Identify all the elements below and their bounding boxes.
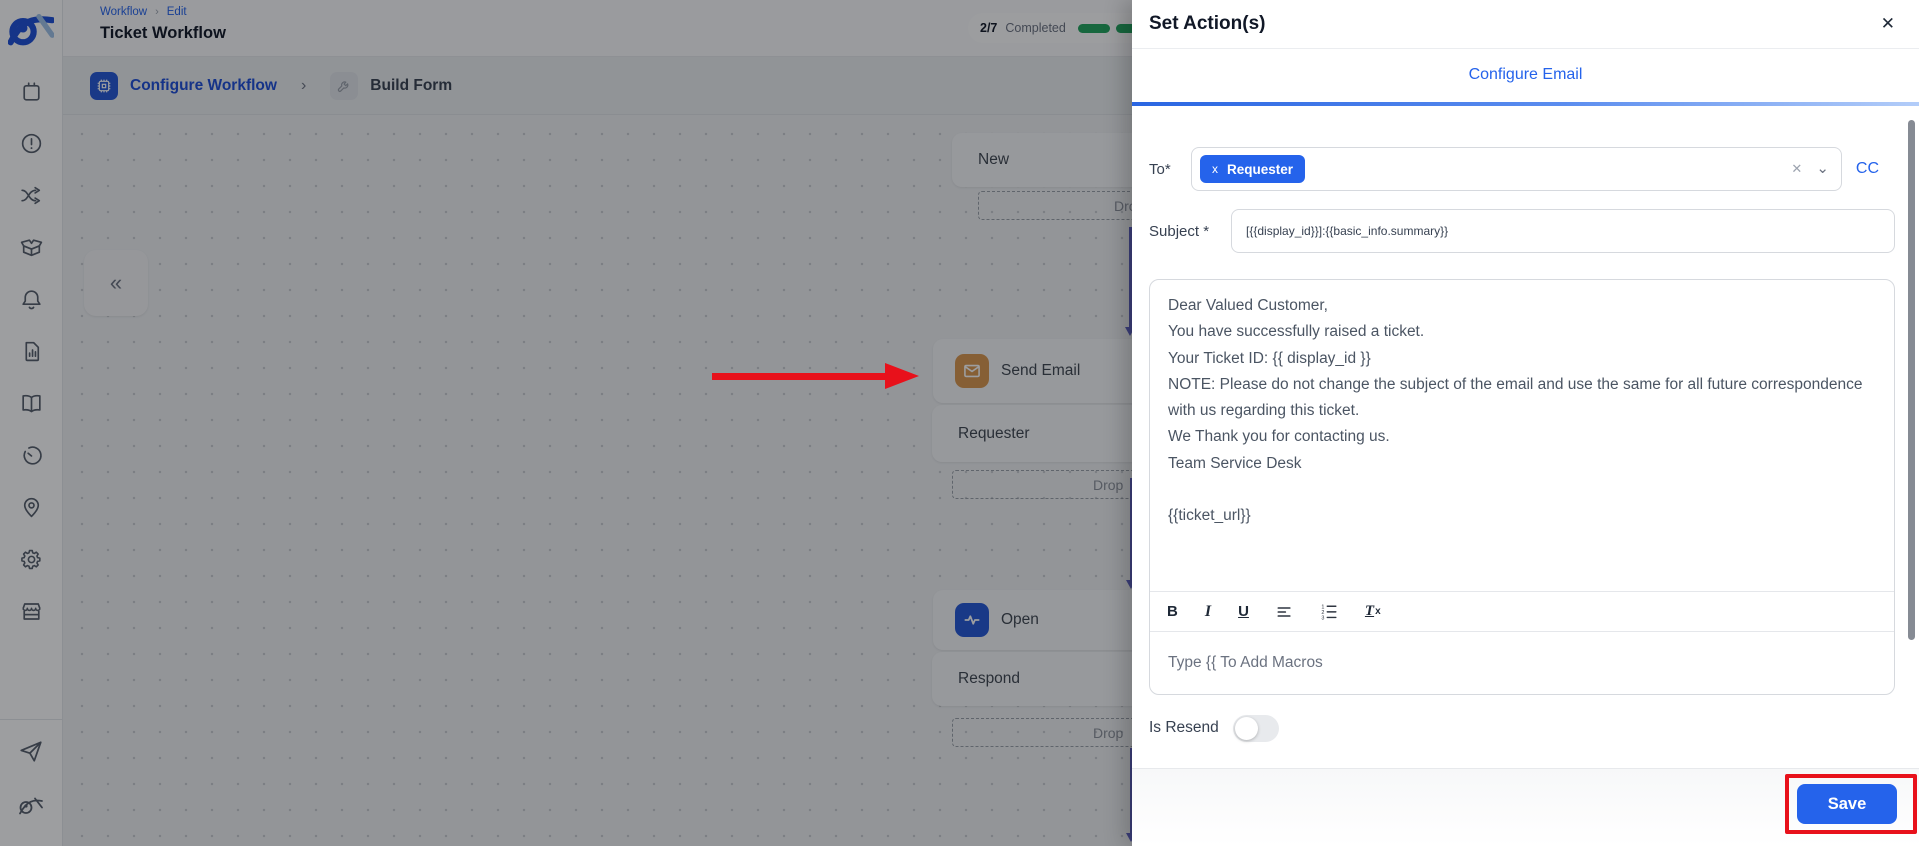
clear-formatting-t: T bbox=[1364, 603, 1375, 619]
body-line bbox=[1168, 477, 1876, 503]
subject-field-row: Subject * bbox=[1149, 209, 1895, 253]
ordered-list-icon[interactable]: 1 2 3 bbox=[1320, 603, 1338, 620]
toggle-knob bbox=[1234, 716, 1258, 740]
align-left-icon[interactable] bbox=[1276, 604, 1293, 620]
is-resend-label: Is Resend bbox=[1149, 719, 1219, 736]
body-line: Your Ticket ID: {{ display_id }} bbox=[1168, 349, 1371, 367]
chip-remove-icon[interactable]: x bbox=[1212, 162, 1218, 176]
save-button[interactable]: Save bbox=[1797, 784, 1897, 824]
email-body-text[interactable]: Dear Valued Customer, You have successfu… bbox=[1150, 280, 1894, 591]
is-resend-row: Is Resend bbox=[1149, 712, 1279, 744]
panel-tabbar: Configure Email bbox=[1132, 49, 1919, 106]
screen: Workflow › Edit Ticket Workflow 2/7 Comp… bbox=[0, 0, 1919, 846]
modal-dim-overlay bbox=[0, 0, 1132, 846]
clear-formatting-button[interactable]: Tx bbox=[1365, 603, 1381, 620]
to-select[interactable]: x Requester ✕ ⌄ bbox=[1191, 147, 1842, 191]
annotation-arrow-shaft bbox=[712, 373, 888, 380]
body-line: Dear Valued Customer, bbox=[1168, 297, 1328, 314]
cc-link[interactable]: CC bbox=[1856, 160, 1879, 178]
close-icon[interactable]: ✕ bbox=[1881, 14, 1895, 34]
panel-title: Set Action(s) bbox=[1149, 13, 1266, 34]
subject-label: Subject * bbox=[1149, 222, 1210, 240]
tab-configure-email[interactable]: Configure Email bbox=[1132, 66, 1919, 84]
recipient-chip[interactable]: x Requester bbox=[1200, 155, 1306, 183]
set-actions-panel: Set Action(s) ✕ Configure Email To* x Re… bbox=[1132, 0, 1919, 846]
body-line: We Thank you for contacting us. bbox=[1168, 428, 1390, 446]
formatting-toolbar: B I U 1 2 3 Tx bbox=[1150, 591, 1894, 632]
body-line: Team Service Desk bbox=[1168, 454, 1302, 472]
clear-formatting-x: x bbox=[1375, 606, 1381, 617]
subject-input[interactable] bbox=[1231, 209, 1895, 253]
is-resend-toggle[interactable] bbox=[1232, 714, 1279, 742]
body-line: {{ticket_url}} bbox=[1168, 507, 1251, 525]
bold-button[interactable]: B bbox=[1167, 603, 1178, 620]
panel-scrollbar[interactable] bbox=[1908, 120, 1915, 640]
annotation-arrow-head bbox=[885, 363, 919, 389]
italic-button[interactable]: I bbox=[1205, 603, 1211, 621]
email-body-editor: Dear Valued Customer, You have successfu… bbox=[1149, 279, 1895, 695]
body-line: You have successfully raised a ticket. bbox=[1168, 323, 1425, 341]
active-tab-underline bbox=[1132, 102, 1919, 106]
body-line: NOTE: Please do not change the subject o… bbox=[1168, 375, 1863, 420]
svg-text:3: 3 bbox=[1321, 616, 1324, 620]
macro-input-area bbox=[1150, 632, 1894, 694]
underline-button[interactable]: U bbox=[1238, 603, 1249, 620]
to-field-row: To* x Requester ✕ ⌄ CC bbox=[1149, 147, 1879, 191]
to-label: To* bbox=[1149, 160, 1171, 178]
chip-label: Requester bbox=[1227, 161, 1294, 177]
select-clear-icon[interactable]: ✕ bbox=[1791, 161, 1802, 177]
macro-input[interactable] bbox=[1168, 654, 1876, 672]
chevron-down-icon[interactable]: ⌄ bbox=[1816, 161, 1829, 176]
panel-header: Set Action(s) ✕ bbox=[1132, 0, 1919, 49]
